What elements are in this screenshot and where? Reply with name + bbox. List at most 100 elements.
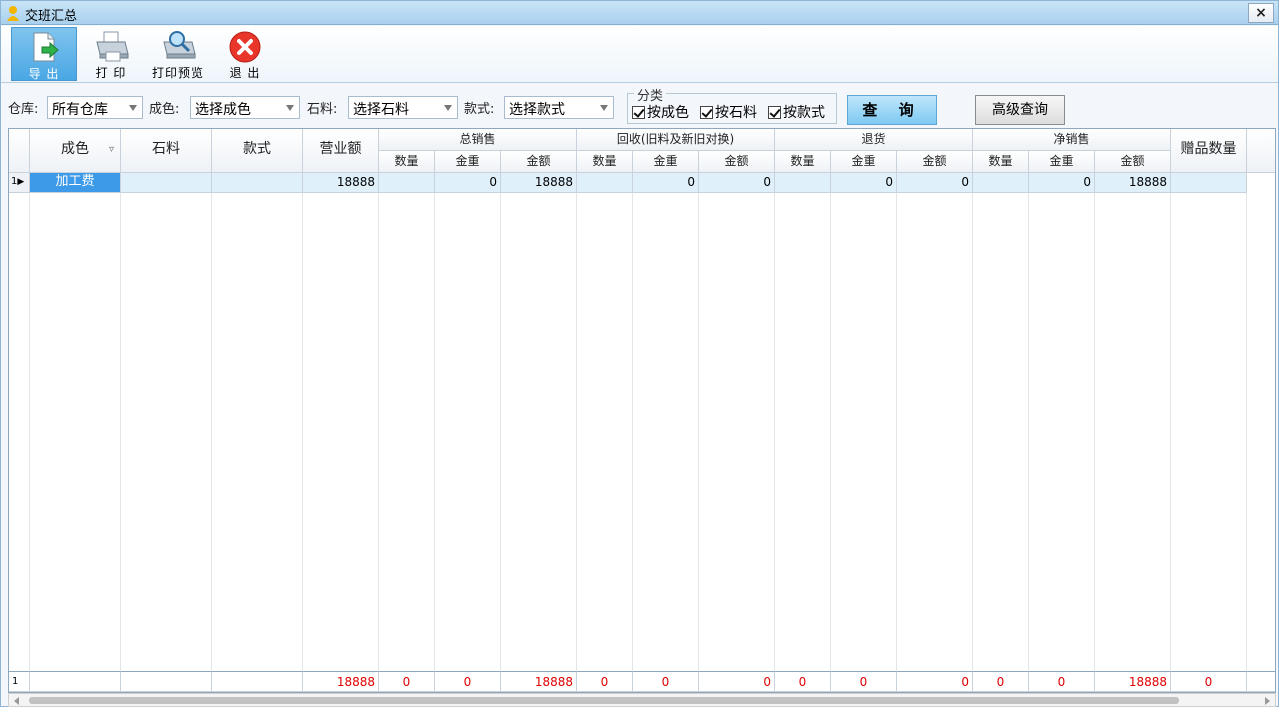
subheader-ts-weight[interactable]: 金重 — [435, 151, 501, 173]
subheader-ts-amount[interactable]: 金额 — [501, 151, 577, 173]
column-header-revenue[interactable]: 营业额 — [303, 129, 379, 173]
column-header-color-label: 成色 — [61, 141, 89, 157]
summary-rt-qty: 0 — [775, 671, 831, 692]
stone-value: 选择石料 — [353, 102, 409, 118]
summary-stone — [121, 671, 212, 692]
user-icon — [7, 6, 19, 21]
color-label: 成色: — [149, 102, 180, 117]
subheader-rc-qty[interactable]: 数量 — [577, 151, 633, 173]
subheader-ns-weight[interactable]: 金重 — [1029, 151, 1095, 173]
summary-ns-qty: 0 — [973, 671, 1029, 692]
by-stone-checkbox[interactable]: 按石料 — [700, 102, 762, 122]
column-header-filler — [1247, 129, 1275, 173]
warehouse-select[interactable]: 所有仓库 — [47, 96, 143, 119]
by-color-checkbox[interactable]: 按成色 — [632, 102, 700, 122]
cell-rc-weight[interactable]: 0 — [633, 173, 699, 193]
grid-line — [576, 193, 577, 673]
column-group-recycle: 回收(旧料及新旧对换) — [577, 129, 775, 151]
cell-color[interactable]: 加工费 — [30, 173, 121, 193]
grid-line — [1170, 193, 1171, 673]
print-preview-label: 打印预览 — [151, 66, 204, 80]
cell-revenue[interactable]: 18888 — [303, 173, 379, 193]
scroll-left-icon[interactable] — [14, 697, 19, 705]
cell-gift-qty[interactable] — [1171, 173, 1247, 193]
summary-rc-weight: 0 — [633, 671, 699, 692]
style-value: 选择款式 — [509, 102, 565, 118]
summary-rt-amount: 0 — [897, 671, 973, 692]
cell-ts-amount[interactable]: 18888 — [501, 173, 577, 193]
row-header-corner — [9, 129, 30, 173]
grid-line — [1094, 193, 1095, 673]
cell-ns-amount[interactable]: 18888 — [1095, 173, 1171, 193]
close-button[interactable]: × — [1248, 3, 1274, 23]
grid-line — [302, 193, 303, 673]
grid-line — [500, 193, 501, 673]
exit-label: 退 出 — [229, 66, 261, 80]
cell-rc-amount[interactable]: 0 — [699, 173, 775, 193]
horizontal-scrollbar[interactable] — [8, 693, 1276, 707]
grid-line — [1246, 193, 1247, 673]
advanced-query-button[interactable]: 高级查询 — [975, 95, 1065, 125]
chevron-down-icon — [600, 105, 608, 111]
subheader-rt-qty[interactable]: 数量 — [775, 151, 831, 173]
summary-ns-weight: 0 — [1029, 671, 1095, 692]
cell-rt-qty[interactable] — [775, 173, 831, 193]
style-label: 款式: — [464, 102, 495, 117]
cell-ts-qty[interactable] — [379, 173, 435, 193]
sort-filter-icon: ▿ — [108, 144, 114, 155]
print-preview-button[interactable]: 打印预览 — [145, 27, 211, 81]
row-header[interactable]: 1▶ — [9, 173, 30, 193]
cell-stone[interactable] — [121, 173, 212, 193]
cell-rt-weight[interactable]: 0 — [831, 173, 897, 193]
print-label: 打 印 — [95, 66, 127, 80]
by-stone-label: 按石料 — [715, 105, 757, 121]
export-label: 导 出 — [28, 67, 60, 81]
grid-line — [120, 193, 121, 673]
column-header-gift-qty[interactable]: 赠品数量 — [1171, 129, 1247, 173]
print-button[interactable]: 打 印 — [78, 27, 144, 81]
cell-ts-weight[interactable]: 0 — [435, 173, 501, 193]
row-pointer-icon: ▶ — [17, 177, 25, 187]
query-button[interactable]: 查 询 — [847, 95, 937, 125]
grid-line — [29, 193, 30, 673]
subheader-ns-qty[interactable]: 数量 — [973, 151, 1029, 173]
toolbar: 导 出 打 印 打印预览 退 出 — [1, 26, 1278, 83]
subheader-rc-amount[interactable]: 金额 — [699, 151, 775, 173]
cell-rt-amount[interactable]: 0 — [897, 173, 973, 193]
cell-style[interactable] — [212, 173, 303, 193]
style-select[interactable]: 选择款式 — [504, 96, 614, 119]
subheader-ns-amount[interactable]: 金额 — [1095, 151, 1171, 173]
column-header-stone[interactable]: 石料 — [121, 129, 212, 173]
column-group-returns: 退货 — [775, 129, 973, 151]
summary-table[interactable]: 成色 ▿ 石料 款式 营业额 总销售 回收(旧料及新旧对换) 退货 净销售 赠品… — [8, 128, 1276, 693]
subheader-rc-weight[interactable]: 金重 — [633, 151, 699, 173]
cell-ns-qty[interactable] — [973, 173, 1029, 193]
summary-rc-qty: 0 — [577, 671, 633, 692]
by-style-checkbox[interactable]: 按款式 — [768, 102, 836, 122]
export-button[interactable]: 导 出 — [11, 27, 77, 81]
subheader-rt-amount[interactable]: 金额 — [897, 151, 973, 173]
scroll-right-icon[interactable] — [1265, 697, 1270, 705]
cell-ns-weight[interactable]: 0 — [1029, 173, 1095, 193]
column-header-style[interactable]: 款式 — [212, 129, 303, 173]
summary-rc-amount: 0 — [699, 671, 775, 692]
grid-line — [378, 193, 379, 673]
subheader-ts-qty[interactable]: 数量 — [379, 151, 435, 173]
summary-style — [212, 671, 303, 692]
by-style-label: 按款式 — [783, 105, 825, 121]
scrollbar-thumb[interactable] — [29, 697, 1179, 704]
color-select[interactable]: 选择成色 — [190, 96, 300, 119]
warehouse-value: 所有仓库 — [52, 102, 108, 118]
grid-line — [434, 193, 435, 673]
grid-line — [1028, 193, 1029, 673]
exit-button[interactable]: 退 出 — [212, 27, 278, 81]
stone-select[interactable]: 选择石料 — [348, 96, 458, 119]
column-header-color[interactable]: 成色 ▿ — [30, 129, 121, 173]
chevron-down-icon — [444, 105, 452, 111]
main-window: 交班汇总 × 导 出 打 印 打印预览 退 出 仓库: 所有仓库 成色: 选择成… — [0, 0, 1279, 707]
cell-rc-qty[interactable] — [577, 173, 633, 193]
grid-line — [211, 193, 212, 673]
subheader-rt-weight[interactable]: 金重 — [831, 151, 897, 173]
grid-line — [830, 193, 831, 673]
grid-line — [896, 193, 897, 673]
